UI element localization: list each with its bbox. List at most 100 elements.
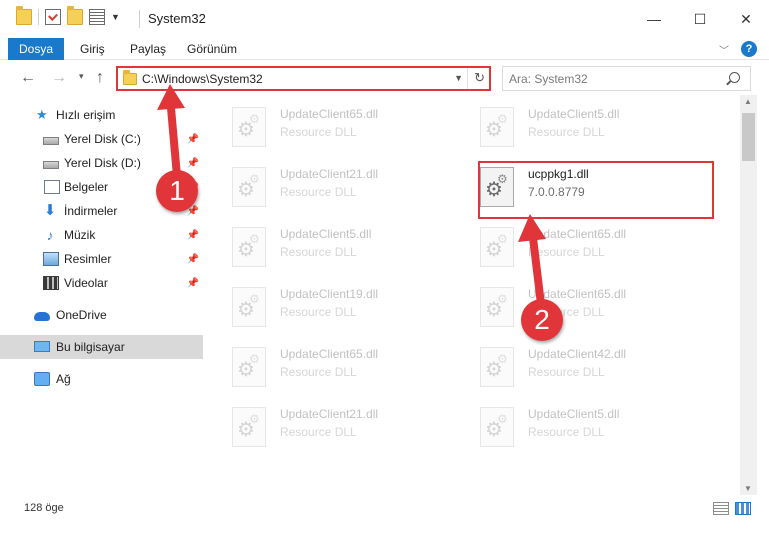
sidebar-item-music[interactable]: ♪ Müzik 📌 [0,223,203,247]
ribbon-tabs: Dosya Giriş Paylaş Görünüm ﹀ ? [0,38,769,60]
view-icon[interactable] [89,9,105,25]
sidebar-item-onedrive[interactable]: OneDrive [0,303,203,327]
pin-icon[interactable]: 📌 [187,278,199,289]
quick-access-toolbar: ▼ [16,6,120,25]
file-item[interactable]: UpdateClient42.dll Resource DLL [458,339,698,393]
minimize-button[interactable]: — [631,0,677,38]
file-name: UpdateClient5.dll [280,227,372,241]
sidebar-item-network[interactable]: Ağ [0,367,203,391]
maximize-button[interactable]: ☐ [677,0,723,38]
folder-icon [123,70,137,85]
address-path[interactable]: C:\Windows\System32 [142,72,263,86]
expand-ribbon-chevron-icon[interactable]: ﹀ [719,42,729,57]
recent-locations-chevron-icon[interactable]: ▾ [79,71,84,82]
file-name: UpdateClient65.dll [528,227,627,241]
navigation-pane: ★ Hızlı erişim Yerel Disk (C:) 📌 Yerel D… [0,95,206,495]
tab-file[interactable]: Dosya [8,38,64,60]
sidebar-item-label: Müzik [64,228,96,242]
search-input[interactable] [509,71,719,87]
file-type: Resource DLL [280,425,357,439]
address-history-chevron-icon[interactable]: ▼ [454,73,463,83]
network-icon [34,372,50,386]
tiles-view-icon[interactable] [735,502,751,515]
dll-file-icon [232,107,266,147]
file-type: Resource DLL [528,365,605,379]
file-item[interactable]: UpdateClient65.dll Resource DLL [210,339,450,393]
properties-icon[interactable] [45,9,61,25]
sidebar-item-local-disk-c[interactable]: Yerel Disk (C:) 📌 [0,127,203,151]
search-box[interactable] [502,66,751,91]
customize-toolbar-chevron-icon[interactable]: ▼ [111,12,120,22]
disk-icon [43,136,59,145]
file-item[interactable]: UpdateClient65.dll Resource DLL [458,219,698,273]
sidebar-item-label: Hızlı erişim [56,108,116,122]
sidebar-item-this-pc[interactable]: Bu bilgisayar [0,335,203,359]
status-bar: 128 öge [0,497,769,521]
address-divider [467,68,468,89]
pin-icon[interactable]: 📌 [187,134,199,145]
dll-file-icon [480,227,514,267]
dll-file-icon [232,227,266,267]
disk-icon [43,160,59,169]
sidebar-item-label: Videolar [64,276,108,290]
sidebar-item-label: Bu bilgisayar [56,340,125,354]
downloads-icon: ⬇ [43,202,57,219]
file-name: UpdateClient65.dll [280,347,379,361]
sidebar-item-pictures[interactable]: Resimler 📌 [0,247,203,271]
file-item[interactable]: UpdateClient65.dll Resource DLL [210,99,450,153]
file-item[interactable]: UpdateClient5.dll Resource DLL [210,219,450,273]
dll-file-icon [232,347,266,387]
file-item[interactable]: UpdateClient5.dll Resource DLL [458,399,698,453]
dll-file-icon [232,287,266,327]
file-item[interactable]: UpdateClient5.dll Resource DLL [458,99,698,153]
scrollbar-thumb[interactable] [742,113,755,161]
dll-file-icon [232,167,266,207]
tab-view[interactable]: Görünüm [187,38,237,60]
file-item[interactable]: UpdateClient19.dll Resource DLL [210,279,450,333]
file-item[interactable]: UpdateClient65.dll Resource DLL [458,279,698,333]
star-icon: ★ [36,107,48,122]
ribbon-right-controls: ﹀ ? [719,41,757,57]
sidebar-item-quick-access[interactable]: ★ Hızlı erişim [0,103,203,127]
details-view-icon[interactable] [713,502,729,515]
title-divider [139,10,140,28]
sidebar-item-videos[interactable]: Videolar 📌 [0,271,203,295]
file-type: Resource DLL [280,125,357,139]
dll-file-icon [232,407,266,447]
file-name: UpdateClient42.dll [528,347,627,361]
forward-arrow-icon[interactable]: → [51,69,67,87]
documents-icon [44,180,60,194]
file-list: UpdateClient65.dll Resource DLL UpdateCl… [206,95,740,495]
close-button[interactable]: ✕ [723,0,769,38]
item-count: 128 öge [24,502,64,514]
search-icon[interactable] [729,72,740,83]
file-item[interactable]: UpdateClient21.dll Resource DLL [210,399,450,453]
scroll-up-arrow-icon[interactable]: ▲ [744,97,752,106]
navigation-bar: ← → ▾ ↑ C:\Windows\System32 ▼ ↻ [0,61,769,95]
file-type: Resource DLL [528,245,605,259]
file-name: UpdateClient21.dll [280,407,379,421]
back-arrow-icon[interactable]: ← [20,69,36,87]
sidebar-item-label: Ağ [56,372,71,386]
new-folder-icon[interactable] [67,6,83,25]
music-icon: ♪ [46,227,54,243]
sidebar-item-label: Resimler [64,252,112,266]
pin-icon[interactable]: 📌 [187,158,199,169]
pin-icon[interactable]: 📌 [187,254,199,265]
tab-home[interactable]: Giriş [80,38,105,60]
scroll-down-arrow-icon[interactable]: ▼ [744,484,752,493]
sidebar-item-label: OneDrive [56,308,107,322]
vertical-scrollbar[interactable]: ▲ ▼ [740,95,757,495]
pictures-icon [43,252,59,266]
file-name: UpdateClient21.dll [280,167,379,181]
file-item[interactable]: UpdateClient21.dll Resource DLL [210,159,450,213]
file-type: Resource DLL [280,245,357,259]
dll-file-icon [480,347,514,387]
refresh-icon[interactable]: ↻ [474,70,485,86]
help-icon[interactable]: ? [741,41,757,57]
address-bar[interactable]: C:\Windows\System32 ▼ ↻ [116,66,491,91]
pin-icon[interactable]: 📌 [187,230,199,241]
up-arrow-icon[interactable]: ↑ [96,69,104,87]
tab-share[interactable]: Paylaş [130,38,166,60]
title-bar: ▼ System32 — ☐ ✕ [0,0,769,38]
